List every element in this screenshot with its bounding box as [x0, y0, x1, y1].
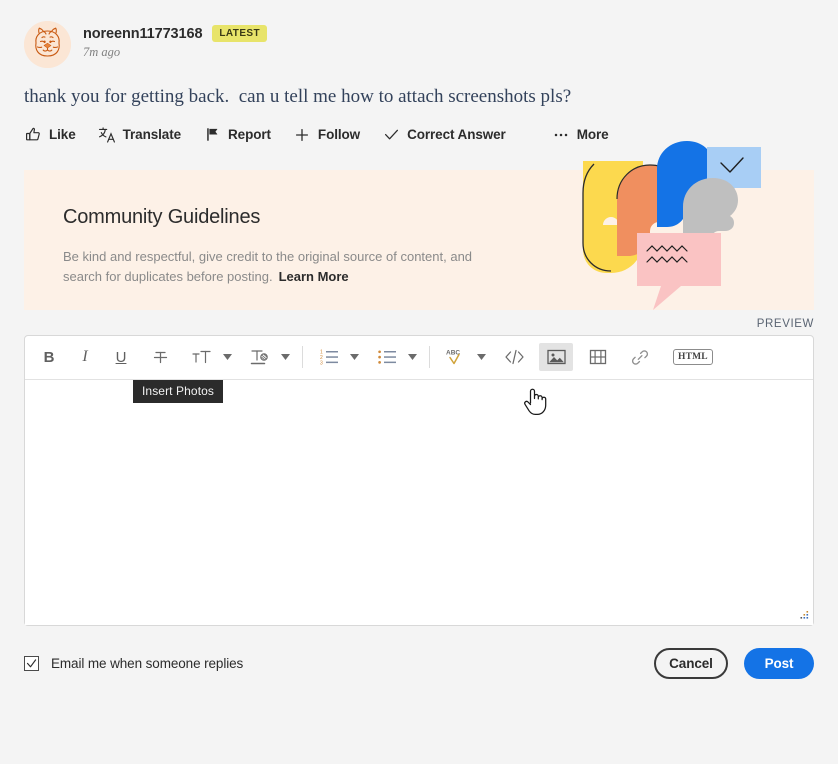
author-name[interactable]: noreenn11773168 — [83, 26, 203, 42]
chevron-down-icon — [280, 354, 290, 361]
code-icon — [504, 348, 525, 366]
ordered-list-icon: 123 — [319, 348, 340, 367]
translate-label: Translate — [122, 127, 182, 143]
editor-content-area[interactable] — [25, 379, 813, 625]
underline-glyph: U — [115, 348, 127, 366]
latest-badge: LATEST — [212, 25, 267, 42]
spellcheck-icon: ABC — [445, 347, 467, 367]
post-header: noreenn11773168 LATEST 7m ago — [0, 0, 838, 68]
text-color-button[interactable] — [243, 343, 277, 371]
translate-button[interactable]: Translate — [98, 126, 181, 144]
report-button[interactable]: Report — [203, 126, 271, 144]
strikethrough-icon — [151, 348, 170, 367]
insert-photos-tooltip: Insert Photos — [133, 379, 224, 403]
unordered-list-icon — [377, 348, 398, 367]
insert-photos-button[interactable] — [539, 343, 573, 372]
bulleted-list-button[interactable] — [370, 343, 404, 371]
numbered-list-button[interactable]: 123 — [312, 343, 346, 371]
text-color-icon — [249, 347, 271, 367]
html-source-button[interactable]: HTML — [673, 349, 713, 366]
film-icon — [588, 348, 608, 366]
image-icon — [546, 348, 567, 366]
editor-toolbar: B I U 1 2 3 ABC HTML Insert Photos — [25, 336, 813, 403]
font-size-button[interactable] — [185, 343, 219, 371]
chevron-down-icon — [349, 354, 359, 361]
like-button[interactable]: Like — [24, 126, 76, 144]
editor-footer: Email me when someone replies Cancel Pos… — [0, 626, 838, 679]
plus-icon — [293, 126, 311, 144]
post-button[interactable]: Post — [744, 647, 814, 679]
check-icon — [382, 126, 400, 144]
community-guidelines-banner: Community Guidelines Be kind and respect… — [24, 140, 814, 310]
insert-video-button[interactable] — [581, 343, 615, 371]
spellcheck-dropdown-caret[interactable] — [473, 343, 489, 371]
correct-answer-label: Correct Answer — [407, 127, 506, 143]
italic-button[interactable]: I — [71, 343, 99, 371]
like-label: Like — [49, 127, 76, 143]
italic-glyph: I — [82, 348, 88, 366]
email-notify-checkbox-row[interactable]: Email me when someone replies — [24, 655, 244, 671]
author-block: noreenn11773168 LATEST 7m ago — [83, 21, 267, 60]
email-notify-label: Email me when someone replies — [51, 655, 244, 671]
svg-text:3: 3 — [320, 360, 323, 366]
translate-icon — [98, 126, 116, 144]
numbered-list-dropdown-caret[interactable] — [346, 343, 362, 371]
toolbar-divider — [429, 346, 430, 369]
correct-answer-button[interactable]: Correct Answer — [382, 126, 506, 144]
tiger-avatar-icon — [24, 21, 71, 68]
chevron-down-icon — [407, 354, 417, 361]
guidelines-description-text: Be kind and respectful, give credit to t… — [63, 248, 473, 285]
bold-button[interactable]: B — [35, 343, 63, 371]
author-line: noreenn11773168 LATEST — [83, 25, 267, 42]
checkmark-icon — [26, 658, 37, 668]
report-label: Report — [228, 127, 271, 143]
thumbs-up-icon — [24, 126, 42, 144]
post-timestamp: 7m ago — [83, 45, 121, 59]
flag-icon — [203, 126, 221, 144]
underline-button[interactable]: U — [107, 343, 135, 371]
follow-label: Follow — [317, 127, 361, 143]
code-button[interactable] — [497, 343, 531, 371]
footer-buttons: Cancel Post — [654, 647, 814, 679]
preview-row: PREVIEW — [0, 310, 838, 330]
bold-glyph: B — [43, 348, 55, 366]
bulleted-list-dropdown-caret[interactable] — [404, 343, 420, 371]
rich-text-editor: B I U 1 2 3 ABC HTML Insert Photos — [24, 334, 814, 626]
post-body-text: thank you for getting back. can u tell m… — [24, 86, 572, 107]
guidelines-description: Be kind and respectful, give credit to t… — [63, 247, 483, 288]
toolbar-divider — [302, 346, 303, 369]
ellipsis-icon — [552, 126, 570, 144]
chevron-down-icon — [476, 354, 486, 361]
resize-handle-icon[interactable] — [798, 610, 810, 622]
guidelines-title: Community Guidelines — [63, 205, 261, 228]
link-icon — [630, 348, 650, 366]
cancel-button[interactable]: Cancel — [654, 647, 728, 679]
strikethrough-button[interactable] — [143, 343, 177, 371]
preview-label[interactable]: PREVIEW — [757, 318, 814, 330]
font-size-dropdown-caret[interactable] — [219, 343, 235, 371]
follow-button[interactable]: Follow — [293, 126, 360, 144]
insert-link-button[interactable] — [623, 343, 657, 371]
font-size-icon — [191, 348, 213, 367]
learn-more-link[interactable]: Learn More — [279, 269, 349, 284]
avatar[interactable] — [24, 21, 71, 68]
guidelines-text-block: Community Guidelines Be kind and respect… — [24, 170, 814, 288]
chevron-down-icon — [222, 354, 232, 361]
text-color-dropdown-caret[interactable] — [277, 343, 293, 371]
email-notify-checkbox[interactable] — [24, 655, 39, 671]
spellcheck-button[interactable]: ABC — [439, 343, 473, 371]
